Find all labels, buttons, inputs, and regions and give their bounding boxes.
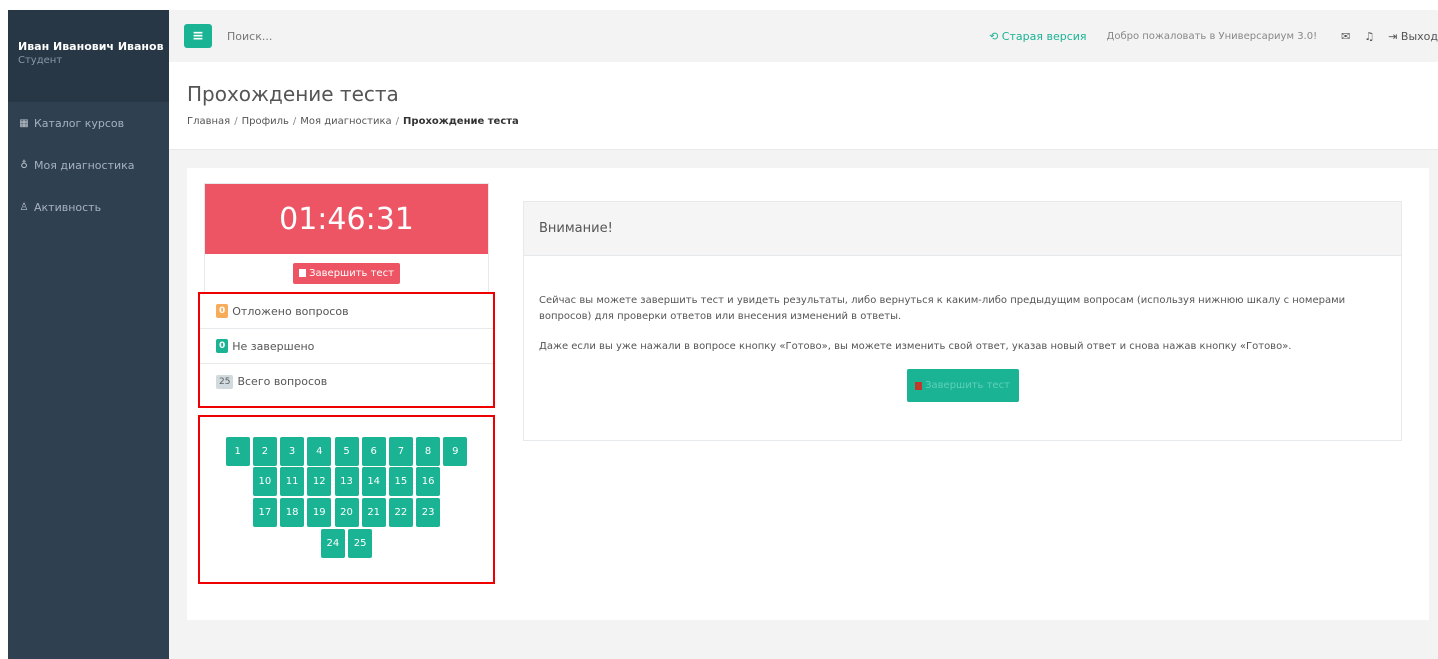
sign-out-icon: ⇥ [1388, 29, 1401, 43]
question-button-18[interactable]: 18 [280, 498, 305, 527]
question-button-9[interactable]: 9 [443, 437, 468, 466]
question-button-16[interactable]: 16 [416, 467, 441, 496]
question-button-21[interactable]: 21 [361, 498, 386, 527]
old-version-link[interactable]: ⟲ Старая версия [989, 30, 1086, 43]
question-button-6[interactable]: 6 [361, 437, 386, 466]
question-button-13[interactable]: 13 [334, 467, 359, 496]
breadcrumb-current: Прохождение теста [403, 116, 519, 127]
breadcrumb-diagnostics[interactable]: Моя диагностика [300, 116, 391, 127]
question-button-11[interactable]: 11 [280, 467, 305, 496]
user-name: Иван Иванович Иванов [18, 40, 164, 53]
question-button-12[interactable]: 12 [307, 467, 332, 496]
stat-total: 25 Всего вопросов [200, 364, 493, 399]
question-button-25[interactable]: 25 [348, 529, 373, 558]
question-stats: 0 Отложено вопросов 0 Не завершено 25 Вс… [198, 292, 495, 408]
sidebar: Иван Иванович Иванов Студент ▦ Каталог к… [8, 10, 169, 659]
user-icon: ♙ [19, 201, 29, 213]
finish-test-button-main[interactable]: Завершить тест [906, 369, 1019, 402]
envelope-icon[interactable]: ✉ [1341, 30, 1350, 43]
question-button-8[interactable]: 8 [416, 437, 441, 466]
attention-panel: Внимание! Сейчас вы можете завершить тес… [523, 201, 1402, 441]
question-button-20[interactable]: 20 [334, 498, 359, 527]
search-input[interactable]: Поиск... [227, 30, 272, 43]
attention-paragraph: Даже если вы уже нажали в вопросе кнопку… [539, 341, 1292, 352]
question-button-4[interactable]: 4 [307, 437, 332, 466]
finish-test-button[interactable]: Завершить тест [293, 262, 400, 284]
bell-icon[interactable]: ♫ [1364, 30, 1374, 43]
attention-title: Внимание! [524, 202, 1401, 256]
top-right-menu: ⟲ Старая версия Добро пожаловать в Униве… [989, 10, 1438, 62]
question-button-7[interactable]: 7 [388, 437, 413, 466]
count-badge: 0 [216, 339, 229, 353]
question-button-23[interactable]: 23 [416, 498, 441, 527]
stat-unfinished: 0 Не завершено [200, 329, 493, 364]
question-button-14[interactable]: 14 [361, 467, 386, 496]
count-badge: 0 [216, 304, 229, 318]
question-button-17[interactable]: 17 [252, 498, 277, 527]
question-button-1[interactable]: 1 [225, 437, 250, 466]
sidebar-item-activity[interactable]: ♙ Активность [8, 186, 169, 228]
stop-icon [915, 381, 923, 390]
stop-icon [299, 269, 307, 277]
top-navbar: ≡ Поиск... ⟲ Старая версия Добро пожалов… [169, 10, 1438, 62]
question-button-22[interactable]: 22 [388, 498, 413, 527]
question-button-15[interactable]: 15 [388, 467, 413, 496]
question-button-5[interactable]: 5 [334, 437, 359, 466]
grid-icon: ▦ [19, 117, 29, 129]
arrow-icon: ⟲ [989, 29, 1002, 43]
breadcrumb: Главная / Профиль / Моя диагностика / Прохожде… [187, 116, 519, 127]
question-button-3[interactable]: 3 [280, 437, 305, 466]
count-badge: 25 [216, 374, 234, 389]
question-navigation: 1 2 3 4 5 6 7 8 9 10 11 12 13 14 15 16 17 18 19 20 21 22 23 24 2… [198, 415, 495, 584]
logout-link[interactable]: ⇥ Выход [1388, 30, 1438, 43]
sidebar-item-label: Активность [34, 200, 102, 214]
sidebar-item-diagnostics[interactable]: ♁ Моя диагностика [8, 144, 169, 186]
question-button-10[interactable]: 10 [252, 467, 277, 496]
sidebar-item-label: Моя диагностика [34, 158, 135, 172]
timer-panel: 01:46:31 Завершить тест [204, 183, 489, 293]
hamburger-icon: ≡ [192, 28, 204, 44]
question-button-2[interactable]: 2 [252, 437, 277, 466]
question-button-19[interactable]: 19 [307, 498, 332, 527]
attention-paragraph: Сейчас вы можете завершить тест и увидет… [539, 295, 1346, 322]
sidebar-item-label: Каталог курсов [34, 116, 125, 130]
stat-postponed: 0 Отложено вопросов [200, 294, 493, 329]
user-role: Студент [18, 55, 63, 66]
menu-toggle-button[interactable]: ≡ [184, 24, 212, 48]
timer-display: 01:46:31 [205, 184, 488, 254]
sidebar-item-catalog[interactable]: ▦ Каталог курсов [8, 102, 169, 144]
breadcrumb-profile[interactable]: Профиль [242, 116, 289, 127]
question-button-24[interactable]: 24 [320, 529, 345, 558]
stethoscope-icon: ♁ [20, 159, 28, 171]
user-profile[interactable]: Иван Иванович Иванов Студент [8, 10, 169, 102]
breadcrumb-home[interactable]: Главная [187, 116, 230, 127]
welcome-text: Добро пожаловать в Универсариум 3.0! [1106, 30, 1318, 42]
page-heading: Прохождение теста Главная / Профиль / Моя ди… [169, 62, 1438, 150]
page-title: Прохождение теста [187, 82, 399, 106]
